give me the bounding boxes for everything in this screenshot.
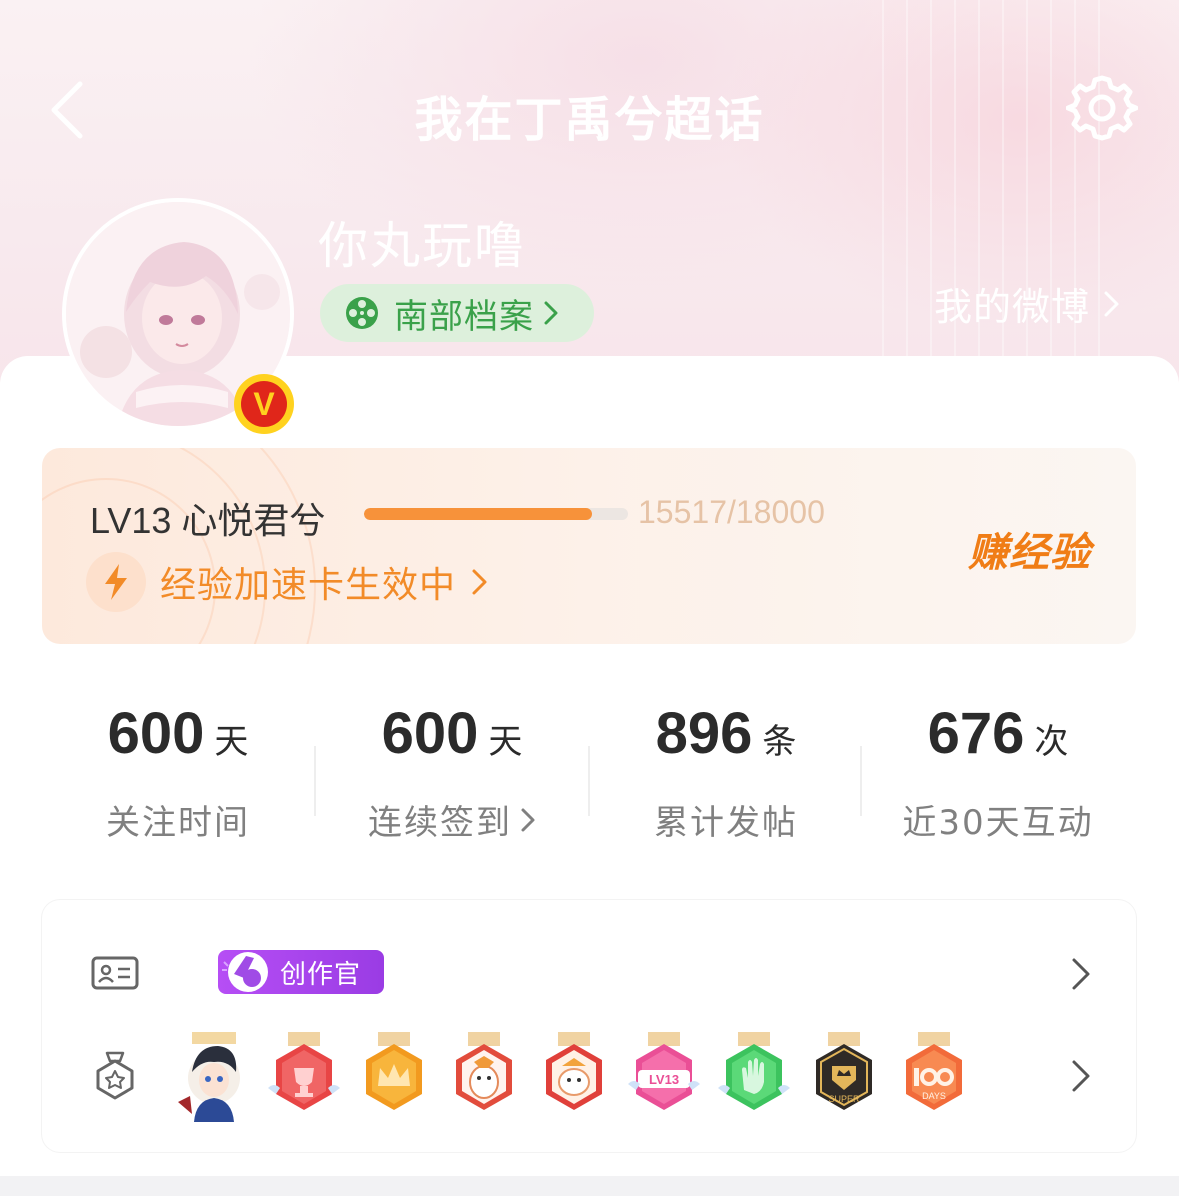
stat-value: 896 [655,701,753,766]
chevron-right-icon [472,569,487,595]
super-medal-text: SUPER [828,1094,860,1104]
level-progress-bar [364,508,628,520]
stat-unit: 条 [762,722,797,762]
trophy-medal[interactable] [268,1032,340,1122]
stat-label: 关注时间 [106,803,250,843]
lv13-medal[interactable]: LV13 [628,1032,700,1122]
stat-label: 累计发帖 [654,803,798,843]
archive-label: 南部档案 [394,296,534,337]
level-progress-fill [364,508,592,520]
chevron-right-icon [544,301,558,325]
bottom-divider [0,1176,1179,1196]
earn-experience-button[interactable]: 赚经验 [968,520,1091,578]
crown-medal[interactable] [358,1032,430,1122]
chevron-right-icon [521,808,535,831]
boost-card-link[interactable]: 经验加速卡生效中 [160,556,490,608]
stat-label: 连续签到 [368,803,512,843]
gear-icon [1065,75,1139,141]
stats-row: 600 天 关注时间 600 天 连续签到 896 条 累计发帖 676 次 近30天互… [42,700,1136,860]
ripple-decoration [42,448,316,644]
medal-outline-icon [96,1051,134,1100]
badges-card: 创作官 LV13 SUPER DAYS [42,900,1136,1152]
super-medal[interactable]: SUPER [808,1032,880,1122]
my-weibo-link[interactable]: 我的微博 [934,276,1122,331]
chevron-right-icon [1104,291,1119,316]
stat-unit: 天 [214,722,249,762]
level-panel[interactable]: LV13 心悦君兮 15517/18000 经验加速卡生效中 赚经验 [42,448,1136,644]
lv13-medal-text: LV13 [649,1072,679,1087]
stat-value: 600 [107,701,205,766]
stat-follow-time: 600 天 关注时间 [42,700,314,844]
stat-total-posts: 896 条 累计发帖 [590,700,862,844]
100days-medal[interactable]: DAYS [898,1032,970,1122]
page-title: 我在丁禹兮超话 [414,92,765,148]
level-name: LV13 心悦君兮 [90,500,326,541]
stat-value: 600 [381,701,479,766]
creator-mascot-icon [222,952,268,992]
username: 你丸玩噜 [318,217,526,275]
stat-value: 676 [927,701,1025,766]
id-card-icon [91,956,139,990]
avatar-medal[interactable] [178,1032,250,1122]
stat-unit: 天 [488,722,523,762]
cat-medal[interactable] [538,1032,610,1122]
archive-button[interactable]: 南部档案 [320,284,594,342]
boost-card-label: 经验加速卡生效中 [160,565,457,606]
stat-unit: 次 [1034,722,1069,762]
stat-label: 近30天互动 [902,803,1094,843]
chevron-right-icon[interactable] [1066,1056,1096,1096]
creature-medal[interactable] [448,1032,520,1122]
stat-recent-interactions: 676 次 近30天互动 [862,700,1134,844]
chevron-right-icon[interactable] [1066,954,1096,994]
film-reel-icon [346,297,378,329]
settings-button[interactable] [1065,72,1139,144]
creator-badge-label: 创作官 [280,959,362,990]
100days-medal-text: DAYS [922,1091,946,1101]
lightning-icon [86,552,146,612]
verified-badge-icon: V [234,374,294,434]
my-weibo-label: 我的微博 [934,285,1091,329]
hand-medal[interactable] [718,1032,790,1122]
stat-checkin-streak[interactable]: 600 天 连续签到 [316,700,588,844]
level-progress-text: 15517/18000 [638,494,825,530]
